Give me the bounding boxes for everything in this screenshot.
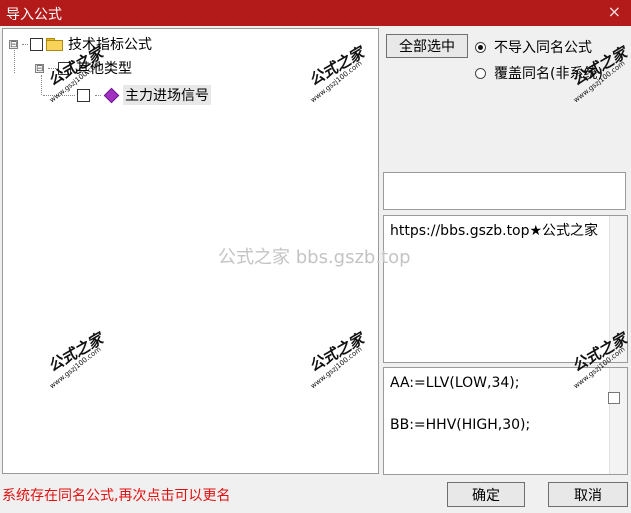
tree-connector [48,67,56,69]
tree-node-root[interactable]: ⊟ 技术指标公式 [9,34,154,54]
window-title: 导入公式 [6,7,62,23]
folder-icon [46,38,63,51]
tree-node-label: 其他类型 [76,61,132,77]
ok-button[interactable]: 确定 [447,482,525,507]
info-text: https://bbs.gszb.top★公式之家 [390,223,599,239]
code-checkbox[interactable] [608,392,620,404]
collapse-icon[interactable]: ⊟ [35,63,44,73]
radio-button[interactable] [475,67,486,79]
radio-overwrite[interactable]: 覆盖同名(非系统) [475,63,603,83]
code-line: AA:=LLV(LOW,34); [390,375,520,391]
close-icon[interactable]: × [608,2,621,21]
root-checkbox[interactable] [30,37,43,51]
tree-node-formula[interactable]: 主力进场信号 [41,85,211,105]
formula-tree[interactable]: ⊟ 技术指标公式 ⊟ 其他类型 主力进场信号 [2,28,379,474]
title-bar: 导入公式 × [0,0,631,26]
scrollbar[interactable] [609,368,627,474]
tree-node-label: 主力进场信号 [123,85,211,105]
code-line: BB:=HHV(HIGH,30); [390,417,531,433]
name-input-box[interactable] [383,172,626,210]
formula-gem-icon [103,87,120,103]
group-checkbox[interactable] [58,61,71,75]
formula-checkbox[interactable] [77,88,90,102]
info-box: https://bbs.gszb.top★公式之家 [383,215,628,363]
radio-no-import[interactable]: 不导入同名公式 [475,37,592,57]
cancel-button[interactable]: 取消 [548,482,628,507]
tree-connector [43,94,75,96]
tree-node-label: 技术指标公式 [68,37,152,53]
tree-node-group[interactable]: ⊟ 其他类型 [35,58,134,78]
code-box[interactable]: AA:=LLV(LOW,34); BB:=HHV(HIGH,30); [383,367,628,475]
select-all-button[interactable]: 全部选中 [386,34,468,58]
radio-button[interactable] [475,41,486,53]
scrollbar[interactable] [609,216,627,362]
radio-label: 不导入同名公式 [494,40,592,56]
collapse-icon[interactable]: ⊟ [9,39,18,49]
tree-connector [22,43,28,45]
tree-connector [95,94,101,96]
status-message: 系统存在同名公式,再次点击可以更名 [2,488,231,504]
radio-label: 覆盖同名(非系统) [494,66,603,82]
